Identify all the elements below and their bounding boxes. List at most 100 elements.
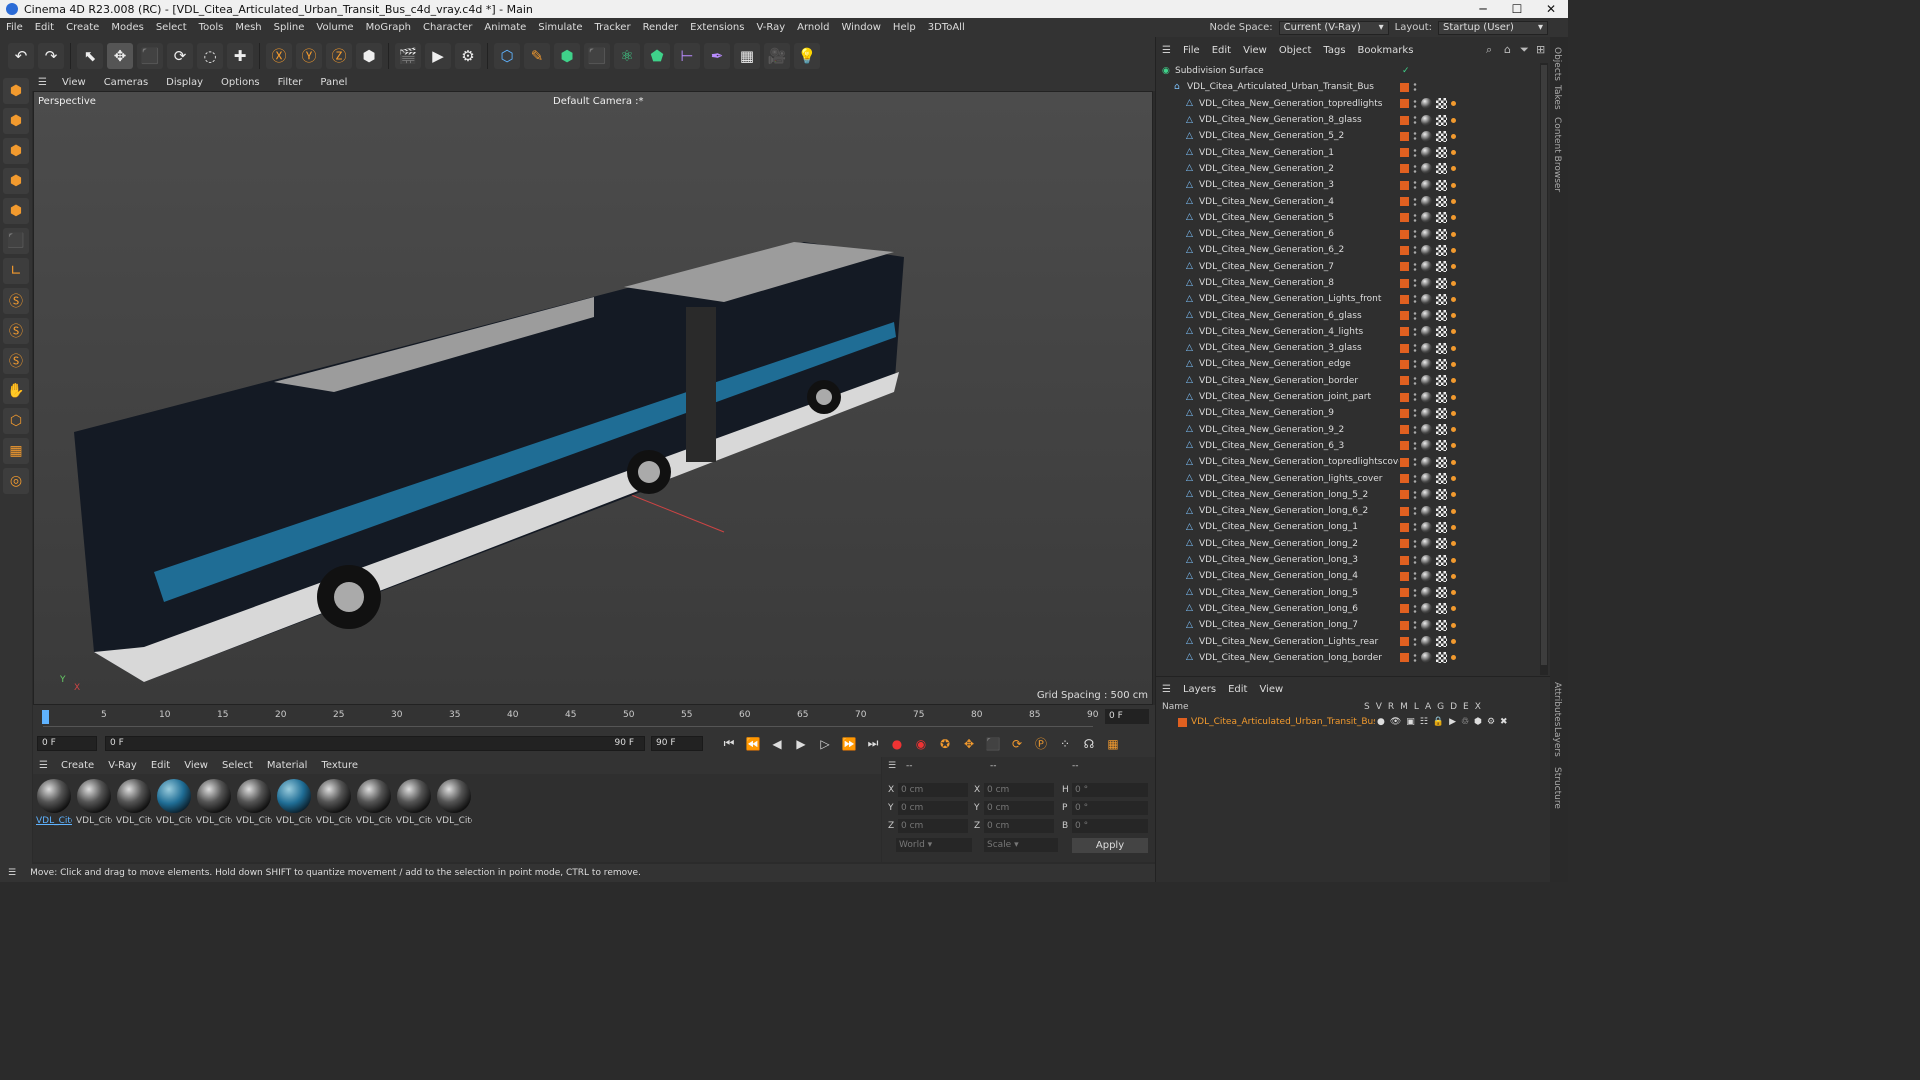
deformer-icon[interactable]: ⬢ <box>1474 717 1482 727</box>
material-tag-icon[interactable] <box>1421 212 1432 224</box>
texture-tag-icon[interactable] <box>1436 603 1447 615</box>
viewport-menu-filter[interactable]: Filter <box>269 77 312 88</box>
go-to-start-icon[interactable]: ⏮ <box>719 734 739 754</box>
object-tags[interactable] <box>1400 505 1456 517</box>
bulb-icon[interactable]: 💡 <box>794 42 820 69</box>
object-row[interactable]: △ VDL_Citea_New_Generation_joint_part <box>1156 389 1538 405</box>
layer-color-swatch[interactable] <box>1400 278 1409 288</box>
layer-col-e[interactable]: E <box>1463 702 1469 712</box>
material-tag-icon[interactable] <box>1421 310 1432 322</box>
visibility-dots-icon[interactable] <box>1413 310 1417 321</box>
menu-render[interactable]: Render <box>637 22 685 33</box>
cloner-icon[interactable]: ⚛ <box>614 42 640 69</box>
hamburger-icon[interactable]: ☰ <box>1156 684 1177 695</box>
object-row[interactable]: △ VDL_Citea_New_Generation_long_border <box>1156 650 1538 666</box>
object-row[interactable]: △ VDL_Citea_New_Generation_long_1 <box>1156 519 1538 535</box>
object-name[interactable]: VDL_Citea_New_Generation_topredlightscov… <box>1199 457 1399 467</box>
visibility-dots-icon[interactable] <box>1413 603 1417 614</box>
node-space-dropdown[interactable]: Current (V-Ray) ▾ <box>1278 20 1389 35</box>
material-tag-icon[interactable] <box>1421 603 1432 615</box>
redo-icon[interactable]: ↷ <box>38 42 64 69</box>
visibility-dots-icon[interactable] <box>1413 294 1417 305</box>
object-tags[interactable] <box>1400 538 1456 550</box>
layer-color-swatch[interactable] <box>1400 327 1409 337</box>
object-row[interactable]: △ VDL_Citea_New_Generation_8 <box>1156 275 1538 291</box>
left-tool-1-icon[interactable]: ⬢ <box>3 108 29 134</box>
left-tool-5-icon[interactable]: ⬛ <box>3 228 29 254</box>
layer-col-r[interactable]: R <box>1388 702 1394 712</box>
object-name[interactable]: VDL_Citea_New_Generation_6_glass <box>1199 311 1399 321</box>
scroll-thumb[interactable] <box>1541 65 1547 665</box>
menu-modes[interactable]: Modes <box>105 22 149 33</box>
material-tag-icon[interactable] <box>1421 391 1432 403</box>
visibility-dots-icon[interactable] <box>1413 636 1417 647</box>
material-tag-icon[interactable] <box>1421 130 1432 142</box>
material-swatch[interactable]: VDL_Cite <box>436 779 472 827</box>
material-tag-icon[interactable] <box>1421 505 1432 517</box>
vray-tag-icon[interactable] <box>1451 133 1456 139</box>
object-name[interactable]: VDL_Citea_New_Generation_3_glass <box>1199 343 1399 353</box>
visibility-dots-icon[interactable] <box>1413 375 1417 386</box>
object-name[interactable]: VDL_Citea_New_Generation_edge <box>1199 359 1399 369</box>
object-tags[interactable] <box>1400 228 1456 240</box>
hamburger-icon[interactable]: ☰ <box>0 868 24 878</box>
object-tags[interactable] <box>1400 130 1456 142</box>
material-tag-icon[interactable] <box>1421 228 1432 240</box>
cube-icon[interactable]: ⬡ <box>494 42 520 69</box>
texture-tag-icon[interactable] <box>1436 424 1447 436</box>
scale-key-icon[interactable]: ⬛ <box>983 734 1003 754</box>
current-frame-field[interactable]: 0 F <box>1105 709 1149 724</box>
object-name[interactable]: VDL_Citea_New_Generation_Lights_front <box>1199 294 1399 304</box>
position-key-icon[interactable]: ✥ <box>959 734 979 754</box>
object-name[interactable]: VDL_Citea_New_Generation_5 <box>1199 213 1399 223</box>
object-name[interactable]: VDL_Citea_New_Generation_Lights_rear <box>1199 637 1399 647</box>
extrude-icon[interactable]: ⬛ <box>584 42 610 69</box>
expression-icon[interactable]: ⚙ <box>1487 717 1495 727</box>
object-tags[interactable] <box>1400 424 1456 436</box>
object-tags[interactable] <box>1400 587 1456 599</box>
vray-tag-icon[interactable] <box>1451 492 1456 498</box>
object-name[interactable]: VDL_Citea_New_Generation_long_3 <box>1199 555 1399 565</box>
layer-color-swatch[interactable] <box>1400 197 1409 207</box>
side-tab-structure[interactable]: Structure <box>1552 767 1562 809</box>
object-row[interactable]: △ VDL_Citea_New_Generation_6_glass <box>1156 307 1538 323</box>
left-tool-9-icon[interactable]: Ⓢ <box>3 348 29 374</box>
material-tag-icon[interactable] <box>1421 196 1432 208</box>
menu-edit[interactable]: Edit <box>29 22 60 33</box>
material-tag-icon[interactable] <box>1421 114 1432 126</box>
vray-tag-icon[interactable] <box>1451 541 1456 547</box>
menu-create[interactable]: Create <box>60 22 105 33</box>
object-name[interactable]: VDL_Citea_New_Generation_border <box>1199 376 1399 386</box>
generator-icon[interactable]: ♲ <box>1461 717 1469 727</box>
texture-tag-icon[interactable] <box>1436 554 1447 566</box>
visibility-dots-icon[interactable] <box>1413 359 1417 370</box>
material-tag-icon[interactable] <box>1421 358 1432 370</box>
material-tag-icon[interactable] <box>1421 456 1432 468</box>
minimize-button[interactable]: ─ <box>1466 2 1500 16</box>
left-tool-10-icon[interactable]: ✋ <box>3 378 29 404</box>
visibility-dots-icon[interactable] <box>1413 457 1417 468</box>
vray-tag-icon[interactable] <box>1451 443 1456 449</box>
material-tag-icon[interactable] <box>1421 424 1432 436</box>
texture-tag-icon[interactable] <box>1436 147 1447 159</box>
layer-color-swatch[interactable] <box>1400 588 1409 598</box>
visibility-dots-icon[interactable] <box>1413 424 1417 435</box>
side-tab-content-browser[interactable]: Content Browser <box>1552 117 1562 192</box>
left-tool-13-icon[interactable]: ◎ <box>3 468 29 494</box>
layer-menu-layers[interactable]: Layers <box>1177 684 1222 695</box>
material-tag-icon[interactable] <box>1421 326 1432 338</box>
3d-viewport[interactable]: Y X Perspective Default Camera :* Grid S… <box>33 91 1153 705</box>
material-menu-create[interactable]: Create <box>54 760 101 771</box>
object-row[interactable]: △ VDL_Citea_New_Generation_edge <box>1156 356 1538 372</box>
visibility-dots-icon[interactable] <box>1413 506 1417 517</box>
material-swatch[interactable]: VDL_Cite <box>116 779 152 827</box>
x-axis-icon[interactable]: Ⓧ <box>266 42 292 69</box>
material-tag-icon[interactable] <box>1421 473 1432 485</box>
texture-tag-icon[interactable] <box>1436 277 1447 289</box>
vray-tag-icon[interactable] <box>1451 166 1456 172</box>
object-name[interactable]: VDL_Citea_New_Generation_3 <box>1199 180 1399 190</box>
left-tool-6-icon[interactable]: ∟ <box>3 258 29 284</box>
record-keys-icon[interactable]: ● <box>887 734 907 754</box>
vray-tag-icon[interactable] <box>1451 296 1456 302</box>
vray-tag-icon[interactable] <box>1451 264 1456 270</box>
